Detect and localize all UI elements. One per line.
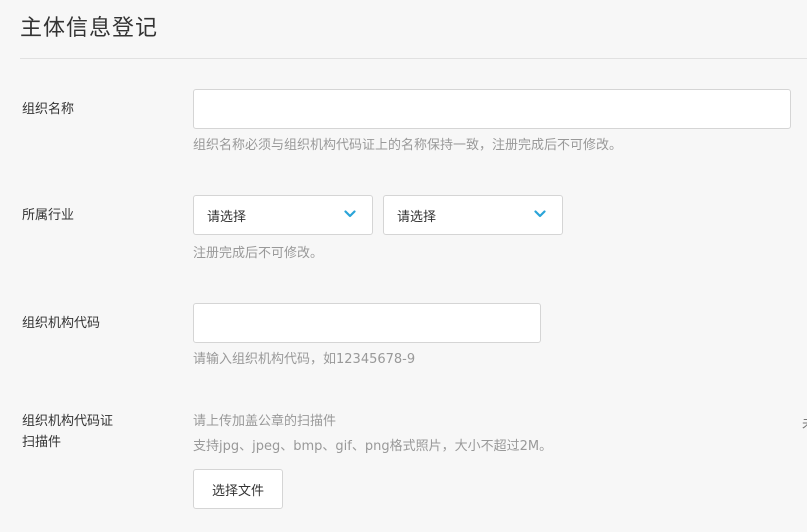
org-code-hint: 请输入组织机构代码，如12345678-9 [193,352,416,367]
industry-select-secondary[interactable]: 请选择 [383,195,563,235]
org-name-input[interactable] [193,89,791,129]
org-code-label: 组织机构代码 [22,316,101,331]
scan-label-line1: 组织机构代码证 [22,414,114,429]
org-name-hint: 组织名称必须与组织机构代码证上的名称保持一致，注册完成后不可修改。 [193,138,623,153]
industry-select-primary[interactable]: 请选择 [193,195,373,235]
scan-label-line2: 扫描件 [22,435,62,450]
scan-hint-formats: 支持jpg、jpeg、bmp、gif、png格式照片，大小不超过2M。 [193,439,553,454]
chevron-down-icon [344,210,356,218]
page-title: 主体信息登记 [20,16,159,41]
industry-select-primary-value: 请选择 [207,210,247,225]
chevron-down-icon [534,210,546,218]
org-name-label: 组织名称 [22,102,75,117]
industry-label: 所属行业 [22,208,75,223]
choose-file-button[interactable]: 选择文件 [193,469,283,509]
truncated-edge-text: 未 [802,413,807,432]
org-code-input[interactable] [193,303,541,343]
header-divider [20,58,807,59]
industry-hint: 注册完成后不可修改。 [193,246,324,261]
industry-select-secondary-value: 请选择 [397,210,437,225]
scan-hint-primary: 请上传加盖公章的扫描件 [193,414,337,429]
